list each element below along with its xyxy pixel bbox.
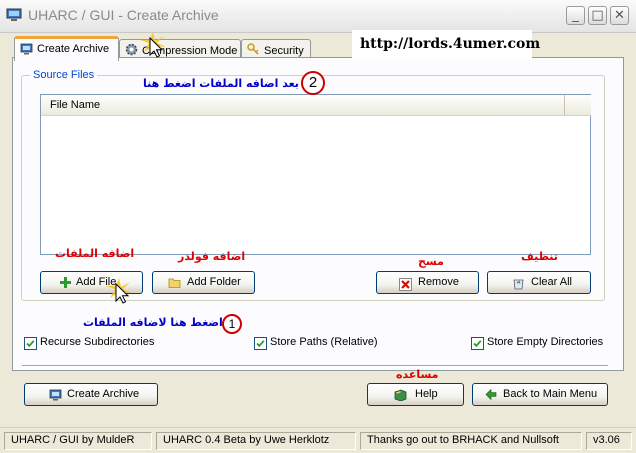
step1-badge: 1 <box>222 314 242 334</box>
remove-label: Remove <box>418 276 459 288</box>
tab-create-archive[interactable]: Create Archive <box>14 36 119 61</box>
file-list[interactable]: File Name <box>40 94 591 255</box>
separator <box>22 365 608 367</box>
folder-icon <box>168 278 181 288</box>
recurse-subdirectories-checkbox[interactable]: Recurse Subdirectories <box>24 336 164 352</box>
minimize-icon: _ <box>572 8 579 23</box>
maximize-icon: □ <box>591 8 604 23</box>
annotation-clear: تنظيف <box>521 250 558 263</box>
remove-button[interactable]: Remove <box>376 271 479 294</box>
create-archive-label: Create Archive <box>67 388 140 400</box>
title-bar: UHARC / GUI - Create Archive _ □ ✕ <box>0 0 636 33</box>
remove-x-icon <box>399 278 412 291</box>
status-engine: UHARC 0.4 Beta by Uwe Herklotz <box>156 432 356 450</box>
status-thanks: Thanks go out to BRHACK and Nullsoft <box>360 432 582 450</box>
checkbox-box <box>471 337 484 350</box>
back-label: Back to Main Menu <box>503 388 598 400</box>
help-book-icon <box>394 389 407 401</box>
step2-badge: 2 <box>301 71 325 95</box>
annotation-step1-text: اضغط هنا لاضافه الملفات <box>83 316 223 329</box>
watermark-url: http://lords.4umer.com <box>360 36 541 52</box>
tab-label: Create Archive <box>37 43 110 55</box>
gear-icon <box>125 43 138 56</box>
watermark-box: http://lords.4umer.com <box>352 30 540 59</box>
create-archive-button[interactable]: Create Archive <box>24 383 158 406</box>
annotation-add-folder: اضافه فولدر <box>178 250 246 263</box>
clear-all-label: Clear All <box>531 276 572 288</box>
add-folder-label: Add Folder <box>187 276 241 288</box>
create-archive-icon <box>20 43 33 55</box>
annotation-step2-text: بعد اضافه الملفات اضغط هنا <box>143 77 299 90</box>
add-folder-button[interactable]: Add Folder <box>152 271 255 294</box>
store-empty-directories-checkbox[interactable]: Store Empty Directories <box>471 336 611 352</box>
status-version: v3.06 <box>586 432 632 450</box>
help-button[interactable]: Help <box>367 383 464 406</box>
column-header-filler <box>564 95 591 116</box>
back-arrow-icon <box>485 388 497 401</box>
recycle-bin-icon <box>513 279 524 290</box>
close-icon: ✕ <box>614 8 625 23</box>
source-files-label: Source Files <box>30 69 98 81</box>
app-icon <box>6 8 22 21</box>
checkbox-box <box>24 337 37 350</box>
mouse-cursor-icon <box>140 32 166 58</box>
checkmark-icon <box>26 340 35 348</box>
window-title: UHARC / GUI - Create Archive <box>28 7 219 23</box>
clear-all-button[interactable]: Clear All <box>487 271 591 294</box>
checkbox-label: Store Paths (Relative) <box>270 336 378 348</box>
back-to-main-menu-button[interactable]: Back to Main Menu <box>472 383 608 406</box>
store-paths-checkbox[interactable]: Store Paths (Relative) <box>254 336 384 352</box>
annotation-remove: مسح <box>418 255 444 268</box>
close-button[interactable]: ✕ <box>610 6 629 25</box>
checkbox-label: Store Empty Directories <box>487 336 604 348</box>
create-archive-icon <box>49 389 62 401</box>
mouse-cursor-icon <box>106 278 132 304</box>
minimize-button[interactable]: _ <box>566 6 585 25</box>
annotation-add-files: اضافه الملفات <box>55 247 135 260</box>
column-header-label: File Name <box>50 99 101 111</box>
maximize-button[interactable]: □ <box>588 6 607 25</box>
status-author: UHARC / GUI by MuldeR <box>4 432 152 450</box>
column-header-file-name[interactable]: File Name <box>41 95 564 116</box>
keys-icon <box>247 43 259 55</box>
annotation-help: مساعده <box>396 368 439 381</box>
checkbox-box <box>254 337 267 350</box>
checkmark-icon <box>473 340 482 348</box>
checkmark-icon <box>256 340 265 348</box>
checkbox-label: Recurse Subdirectories <box>40 336 155 348</box>
help-label: Help <box>415 388 438 400</box>
plus-icon <box>60 277 71 288</box>
status-bar: UHARC / GUI by MuldeR UHARC 0.4 Beta by … <box>0 427 636 453</box>
